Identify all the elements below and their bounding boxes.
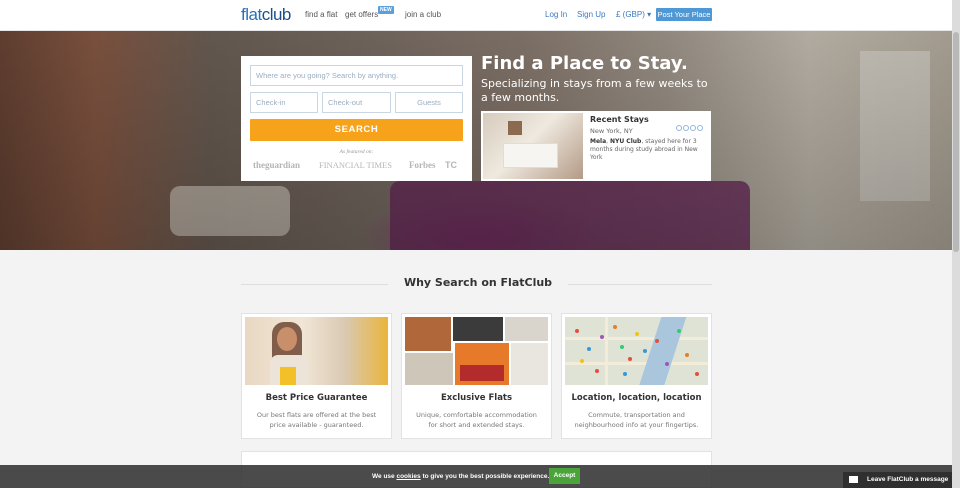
search-button[interactable]: SEARCH xyxy=(250,119,463,141)
feature-card-location[interactable]: Location, location, location Commute, tr… xyxy=(561,313,712,439)
feature-image-shopper xyxy=(245,317,388,385)
carousel-dot[interactable] xyxy=(683,125,689,131)
hero-shade xyxy=(0,31,952,250)
post-your-place-button[interactable]: Post Your Place xyxy=(656,8,712,21)
feature-card-price[interactable]: Best Price Guarantee Our best flats are … xyxy=(241,313,392,439)
cookie-message: We use cookies to give you the best poss… xyxy=(372,473,549,480)
map-pin xyxy=(685,353,689,357)
cookie-prefix: We use xyxy=(372,473,397,480)
top-navbar: flatclub find a flat get offers NEW join… xyxy=(0,0,960,31)
logo-text-flat: flat xyxy=(241,5,262,24)
recent-stays-description: Mela, NYU Club, stayed here for 3 months… xyxy=(590,138,698,161)
stay-guest-name: Mela xyxy=(590,138,607,145)
map-pin xyxy=(613,325,617,329)
recent-stays-card[interactable]: Recent Stays New York, NY Mela, NYU Club… xyxy=(481,111,711,181)
featured-label: As featured on: xyxy=(339,149,374,155)
divider-right xyxy=(568,284,712,285)
feature-image-flats-collage xyxy=(405,317,548,385)
signup-link[interactable]: Sign Up xyxy=(577,10,605,19)
cookie-suffix: to give you the best possible experience… xyxy=(420,473,550,480)
cookie-banner: We use cookies to give you the best poss… xyxy=(0,465,952,488)
nav-find-a-flat[interactable]: find a flat xyxy=(305,10,337,19)
leave-message-label: Leave FlatClub a message xyxy=(867,476,949,483)
hero-subtitle: Specializing in stays from a few weeks t… xyxy=(481,77,708,104)
map-pin xyxy=(635,332,639,336)
leave-message-widget[interactable]: Leave FlatClub a message xyxy=(843,472,952,488)
collage-tile xyxy=(453,317,503,341)
carousel-dot[interactable] xyxy=(676,125,682,131)
checkout-input[interactable]: Check-out xyxy=(322,92,391,113)
recent-stay-photo xyxy=(483,113,583,179)
accept-cookies-button[interactable]: Accept xyxy=(549,468,580,484)
nav-get-offers[interactable]: get offers xyxy=(345,10,378,19)
map-pin xyxy=(677,329,681,333)
press-logo-ft: FINANCIAL TIMES xyxy=(319,160,392,170)
shopping-bag-icon xyxy=(280,367,296,385)
feature-title: Best Price Guarantee xyxy=(265,393,368,403)
feature-title: Exclusive Flats xyxy=(440,393,513,403)
shopper-head xyxy=(277,327,297,351)
map-road xyxy=(565,337,708,340)
stay-text: , stayed here for 3 months during study … xyxy=(590,138,698,161)
map-pin xyxy=(695,372,699,376)
checkin-input[interactable]: Check-in xyxy=(250,92,318,113)
feature-image-map xyxy=(565,317,708,385)
carousel-dot[interactable] xyxy=(690,125,696,131)
photo-wall-art xyxy=(508,121,522,135)
hero-title: Find a Place to Stay. xyxy=(481,53,688,74)
feature-card-flats[interactable]: Exclusive Flats Unique, comfortable acco… xyxy=(401,313,552,439)
map-road xyxy=(565,362,708,365)
guests-select[interactable]: Guests xyxy=(395,92,463,113)
collage-tile xyxy=(405,353,453,385)
recent-stays-location: New York, NY xyxy=(590,127,633,135)
divider-left xyxy=(241,284,388,285)
hero-banner xyxy=(0,31,952,250)
press-logo-techcrunch: TC xyxy=(445,160,457,170)
currency-dropdown[interactable]: £ (GBP) ▾ xyxy=(616,10,651,19)
login-link[interactable]: Log In xyxy=(545,10,567,19)
collage-tile xyxy=(405,317,451,351)
destination-input[interactable]: Where are you going? Search by anything. xyxy=(250,65,463,86)
map-pin xyxy=(575,329,579,333)
feature-title: Location, location, location xyxy=(571,393,702,403)
map-road xyxy=(605,317,608,385)
press-logo-forbes: Forbes xyxy=(409,160,436,170)
feature-description: Unique, comfortable accommodation for sh… xyxy=(416,411,537,429)
recent-stays-title: Recent Stays xyxy=(590,115,649,124)
map-pin xyxy=(620,345,624,349)
scrollbar-thumb[interactable] xyxy=(953,32,959,252)
why-search-title: Why Search on FlatClub xyxy=(403,276,553,289)
collage-tile xyxy=(505,317,548,341)
new-badge: NEW xyxy=(378,6,394,14)
map-pin xyxy=(595,369,599,373)
search-panel: Where are you going? Search by anything.… xyxy=(241,56,472,181)
stay-club-name: NYU Club xyxy=(609,138,642,145)
map-pin xyxy=(628,357,632,361)
map-pin xyxy=(587,347,591,351)
map-pin xyxy=(580,359,584,363)
carousel-dot[interactable] xyxy=(697,125,703,131)
cookies-link[interactable]: cookies xyxy=(396,473,420,480)
map-pin xyxy=(643,349,647,353)
photo-bed xyxy=(503,143,558,168)
logo-text-club: club xyxy=(261,5,292,24)
feature-description: Commute, transportation and neighbourhoo… xyxy=(574,411,699,429)
map-pin xyxy=(655,339,659,343)
flatclub-logo[interactable]: flatclub xyxy=(241,5,291,25)
map-pin xyxy=(600,335,604,339)
collage-tile xyxy=(511,343,548,385)
map-pin xyxy=(623,372,627,376)
nav-join-a-club[interactable]: join a club xyxy=(405,10,441,19)
feature-description: Our best flats are offered at the best p… xyxy=(256,411,377,429)
collage-tile xyxy=(460,365,504,381)
envelope-icon xyxy=(849,476,858,483)
page-scrollbar[interactable] xyxy=(952,0,960,488)
press-logo-guardian: theguardian xyxy=(253,160,301,170)
carousel-dots xyxy=(676,116,704,135)
map-pin xyxy=(665,362,669,366)
